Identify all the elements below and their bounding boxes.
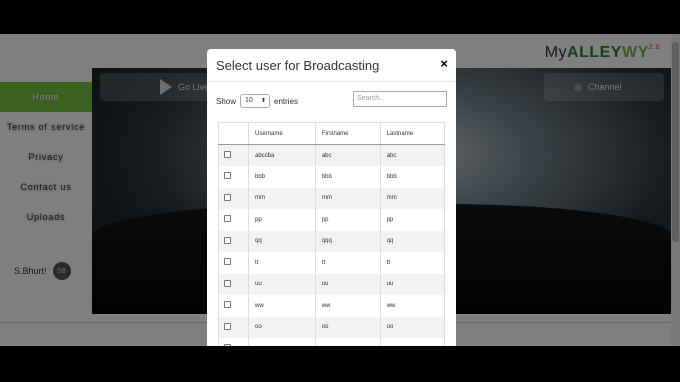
close-button[interactable]: × (440, 56, 448, 71)
table-row: bbb bbb bbb (218, 166, 446, 188)
entries-select[interactable]: 10 ⬍ (240, 94, 271, 108)
row-checkbox[interactable] (224, 193, 231, 201)
row-checkbox[interactable] (224, 215, 231, 223)
row-checkbox[interactable] (224, 172, 231, 180)
table-row: oo oo oo (218, 316, 446, 338)
table-controls: Show 10 ⬍ entries Search.. (216, 91, 447, 109)
table-row: mm mm mm (218, 187, 446, 209)
letterbox-top (0, 0, 680, 34)
table-row: S.Bhurtsbhurt (218, 338, 446, 346)
column-header-select[interactable] (218, 122, 249, 145)
modal-header: Select user for Broadcasting × (207, 49, 456, 82)
row-checkbox[interactable] (224, 151, 231, 158)
table-row: qq qqq qq (218, 230, 446, 252)
table-header-row: Username Firstname Lastname (218, 122, 446, 145)
search-input[interactable]: Search.. (353, 91, 447, 107)
row-checkbox[interactable] (224, 236, 231, 244)
row-checkbox[interactable] (224, 322, 231, 330)
letterbox-bottom (0, 346, 680, 382)
column-header-firstname[interactable]: Firstname (314, 122, 381, 145)
row-checkbox[interactable] (224, 258, 231, 266)
row-checkbox[interactable] (224, 279, 231, 287)
column-header-lastname[interactable]: Lastname (379, 122, 446, 145)
modal-title: Select user for Broadcasting (216, 58, 380, 73)
table-row: pp pp pp (218, 209, 446, 231)
select-user-modal: Select user for Broadcasting × Show 10 ⬍ … (207, 49, 456, 346)
table-row: ww ww ww (218, 295, 446, 317)
browser-viewport: MyALLEYWY2.0 Home Terms of service Priva… (0, 34, 680, 346)
table-row: abccba abc abc (218, 144, 446, 166)
row-checkbox[interactable] (224, 301, 231, 309)
updown-icon: ⬍ (260, 98, 267, 104)
table-row: tt tt tt (218, 252, 446, 274)
column-header-username[interactable]: Username (248, 122, 316, 145)
entries-length: Show 10 ⬍ entries (216, 94, 298, 108)
users-table: Username Firstname Lastname abccba abc abc… (218, 122, 446, 346)
table-row: uu uu uu (218, 273, 446, 295)
